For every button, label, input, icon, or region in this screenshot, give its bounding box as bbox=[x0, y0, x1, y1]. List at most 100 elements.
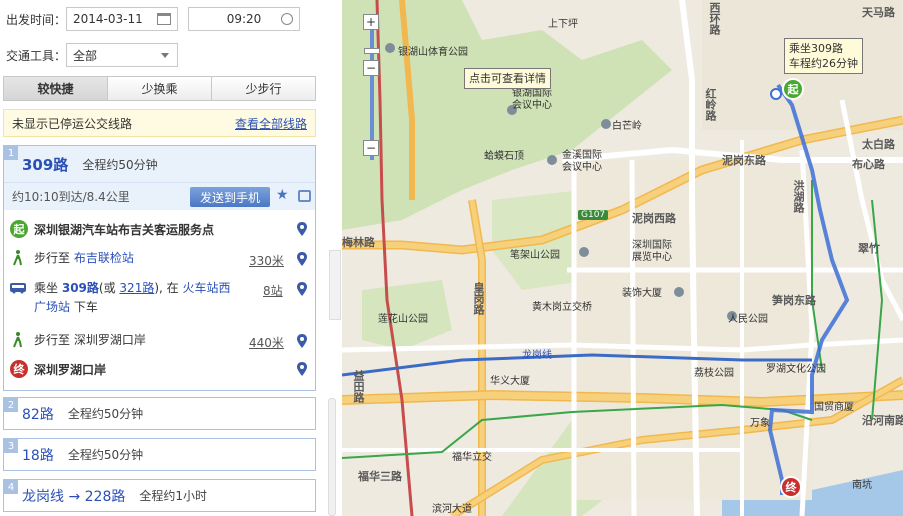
map-label: 白芒岭 bbox=[612, 121, 642, 132]
map-label: 黄木岗立交桥 bbox=[532, 302, 592, 313]
road-label: 沿河南路 bbox=[862, 414, 903, 427]
chevron-down-icon bbox=[161, 53, 169, 58]
view-all-lines-link[interactable]: 查看全部线路 bbox=[235, 115, 307, 132]
location-pin-icon[interactable] bbox=[297, 222, 307, 236]
send-to-phone-button[interactable]: 发送到手机 bbox=[190, 187, 270, 207]
road-label: 皇岗路 bbox=[472, 282, 485, 315]
road-label: 福华三路 bbox=[358, 470, 402, 483]
start-marker[interactable]: 起 bbox=[782, 78, 804, 100]
bus-text: 乘坐 309路(或 321路), 在 火车站西广场站 下车 bbox=[34, 279, 239, 317]
map-label: 金溪国际会议中心 bbox=[562, 150, 602, 173]
route-panel: 出发时间： 2014-03-11 09:20 交通工具： 全部 较快捷 少换乘 … bbox=[0, 0, 322, 516]
road-label: 洪湖路 bbox=[792, 180, 805, 213]
detail-tooltip[interactable]: 点击可查看详情 bbox=[464, 68, 551, 89]
star-icon[interactable]: ★ bbox=[276, 187, 289, 203]
bus-stops[interactable]: 8站 bbox=[263, 282, 283, 299]
map-label: 万象 bbox=[750, 418, 770, 429]
road-label: 笋岗东路 bbox=[772, 294, 816, 307]
collapse-handle[interactable] bbox=[329, 250, 341, 320]
arrive-info: 约10:10到达/8.4公里 bbox=[12, 190, 130, 204]
location-pin-icon[interactable] bbox=[297, 282, 307, 296]
walk-icon bbox=[13, 332, 22, 348]
print-icon[interactable] bbox=[298, 190, 311, 202]
road-label: 天马路 bbox=[862, 6, 895, 19]
walk-2-prefix: 步行至 bbox=[34, 333, 71, 347]
tab-fewer-transfers[interactable]: 少换乘 bbox=[108, 77, 212, 100]
map-label: 上下坪 bbox=[548, 19, 578, 30]
route-card-4[interactable]: 4 龙岗线 → 228路 全程约1小时 bbox=[3, 479, 316, 512]
tab-fastest[interactable]: 较快捷 bbox=[4, 77, 108, 100]
walk-1-distance[interactable]: 330米 bbox=[249, 252, 284, 269]
route-duration: 全程约50分钟 bbox=[82, 157, 158, 172]
location-pin-icon[interactable] bbox=[297, 362, 307, 376]
walk-2-place: 深圳罗湖口岸 bbox=[73, 333, 146, 347]
end-marker[interactable]: 终 bbox=[780, 476, 802, 498]
route-tooltip-line2: 车程约26分钟 bbox=[789, 57, 858, 70]
transport-select[interactable]: 全部 bbox=[66, 43, 178, 67]
depart-label: 出发时间： bbox=[6, 12, 67, 27]
location-pin-icon[interactable] bbox=[297, 252, 307, 266]
transport-value: 全部 bbox=[73, 48, 98, 63]
walk-icon bbox=[13, 250, 22, 266]
bus-line[interactable]: 309路 bbox=[62, 281, 99, 295]
bus-suffix: 下车 bbox=[73, 300, 98, 314]
route-card-2[interactable]: 2 82路 全程约50分钟 bbox=[3, 397, 316, 430]
map-canvas[interactable] bbox=[342, 0, 903, 516]
map-label: 莲花山公园 bbox=[378, 314, 428, 325]
walk-1-prefix: 步行至 bbox=[34, 251, 71, 265]
map-label: 荔枝公园 bbox=[694, 368, 734, 379]
route-card-1[interactable]: 1 309路 全程约50分钟 约10:10到达/8.4公里 发送到手机 ★ 起 … bbox=[3, 145, 316, 391]
map-label: 华义大厦 bbox=[490, 376, 530, 387]
transport-label: 交通工具： bbox=[6, 48, 67, 63]
step-end: 终 深圳罗湖口岸 bbox=[4, 358, 315, 382]
road-label: 泥岗西路 bbox=[632, 212, 676, 225]
calendar-icon[interactable] bbox=[157, 13, 171, 25]
zoom-in-button[interactable]: + bbox=[363, 14, 379, 30]
step-bus: 乘坐 309路(或 321路), 在 火车站西广场站 下车 8站 bbox=[4, 278, 315, 322]
route-index: 1 bbox=[4, 146, 18, 160]
map-view[interactable]: + − − 上下坪 银湖山体育公园 银湖国际会议中心 白芒岭 金溪国际会议中心 … bbox=[342, 0, 903, 516]
route-card-3[interactable]: 3 18路 全程约50分钟 bbox=[3, 438, 316, 471]
end-badge: 终 bbox=[10, 360, 28, 378]
notice-bar: 未显示已停运公交线路 查看全部线路 bbox=[3, 109, 316, 137]
route-name[interactable]: 82路 bbox=[22, 404, 54, 424]
start-name: 深圳银湖汽车站布吉关客运服务点 bbox=[34, 223, 215, 237]
zoom-slider-thumb[interactable] bbox=[364, 48, 380, 54]
route-header[interactable]: 1 309路 全程约50分钟 bbox=[4, 146, 315, 182]
date-input[interactable]: 2014-03-11 bbox=[66, 7, 178, 31]
map-label: 滨河大道 bbox=[432, 504, 472, 515]
route-tooltip-line1: 乘坐309路 bbox=[789, 42, 843, 55]
walk-1-place[interactable]: 布吉联检站 bbox=[74, 251, 134, 265]
walk-2-text: 步行至 深圳罗湖口岸 bbox=[34, 331, 146, 350]
zoom-out-button[interactable]: − bbox=[363, 140, 379, 156]
map-label: 笔架山公园 bbox=[510, 250, 560, 261]
bus-stop-icon[interactable] bbox=[770, 88, 782, 100]
scrollbar[interactable] bbox=[328, 398, 336, 516]
road-label: 益田路 bbox=[352, 370, 365, 403]
zoom-level-marker[interactable]: − bbox=[363, 60, 379, 76]
route-index: 4 bbox=[4, 480, 18, 494]
sort-tabs: 较快捷 少换乘 少步行 bbox=[3, 76, 316, 101]
map-label: 银湖国际会议中心 bbox=[512, 88, 552, 111]
time-value: 09:20 bbox=[226, 12, 262, 26]
bus-prefix: 乘坐 bbox=[34, 281, 59, 295]
location-pin-icon[interactable] bbox=[297, 334, 307, 348]
bus-alt-line[interactable]: 321路 bbox=[119, 281, 154, 295]
road-label: 翠竹 bbox=[858, 242, 880, 255]
walk-2-distance[interactable]: 440米 bbox=[249, 334, 284, 351]
time-input[interactable]: 09:20 bbox=[188, 7, 300, 31]
road-label: 太白路 bbox=[862, 138, 895, 151]
route-name[interactable]: 18路 bbox=[22, 445, 54, 465]
step-walk-2: 步行至 深圳罗湖口岸 440米 bbox=[4, 328, 315, 352]
road-label: 梅林路 bbox=[342, 236, 375, 249]
date-value: 2014-03-11 bbox=[73, 12, 143, 26]
route-duration: 全程约50分钟 bbox=[67, 407, 144, 421]
road-label: 红岭路 bbox=[704, 88, 717, 121]
route-duration: 全程约50分钟 bbox=[67, 448, 144, 462]
highway-label: G107 bbox=[578, 210, 609, 220]
tab-less-walking[interactable]: 少步行 bbox=[212, 77, 315, 100]
clock-icon[interactable] bbox=[281, 13, 293, 25]
route-name[interactable]: 龙岗线 → 228路 bbox=[22, 486, 125, 506]
route-name[interactable]: 309路 bbox=[22, 154, 68, 175]
route-tooltip[interactable]: 乘坐309路 车程约26分钟 bbox=[784, 38, 863, 74]
